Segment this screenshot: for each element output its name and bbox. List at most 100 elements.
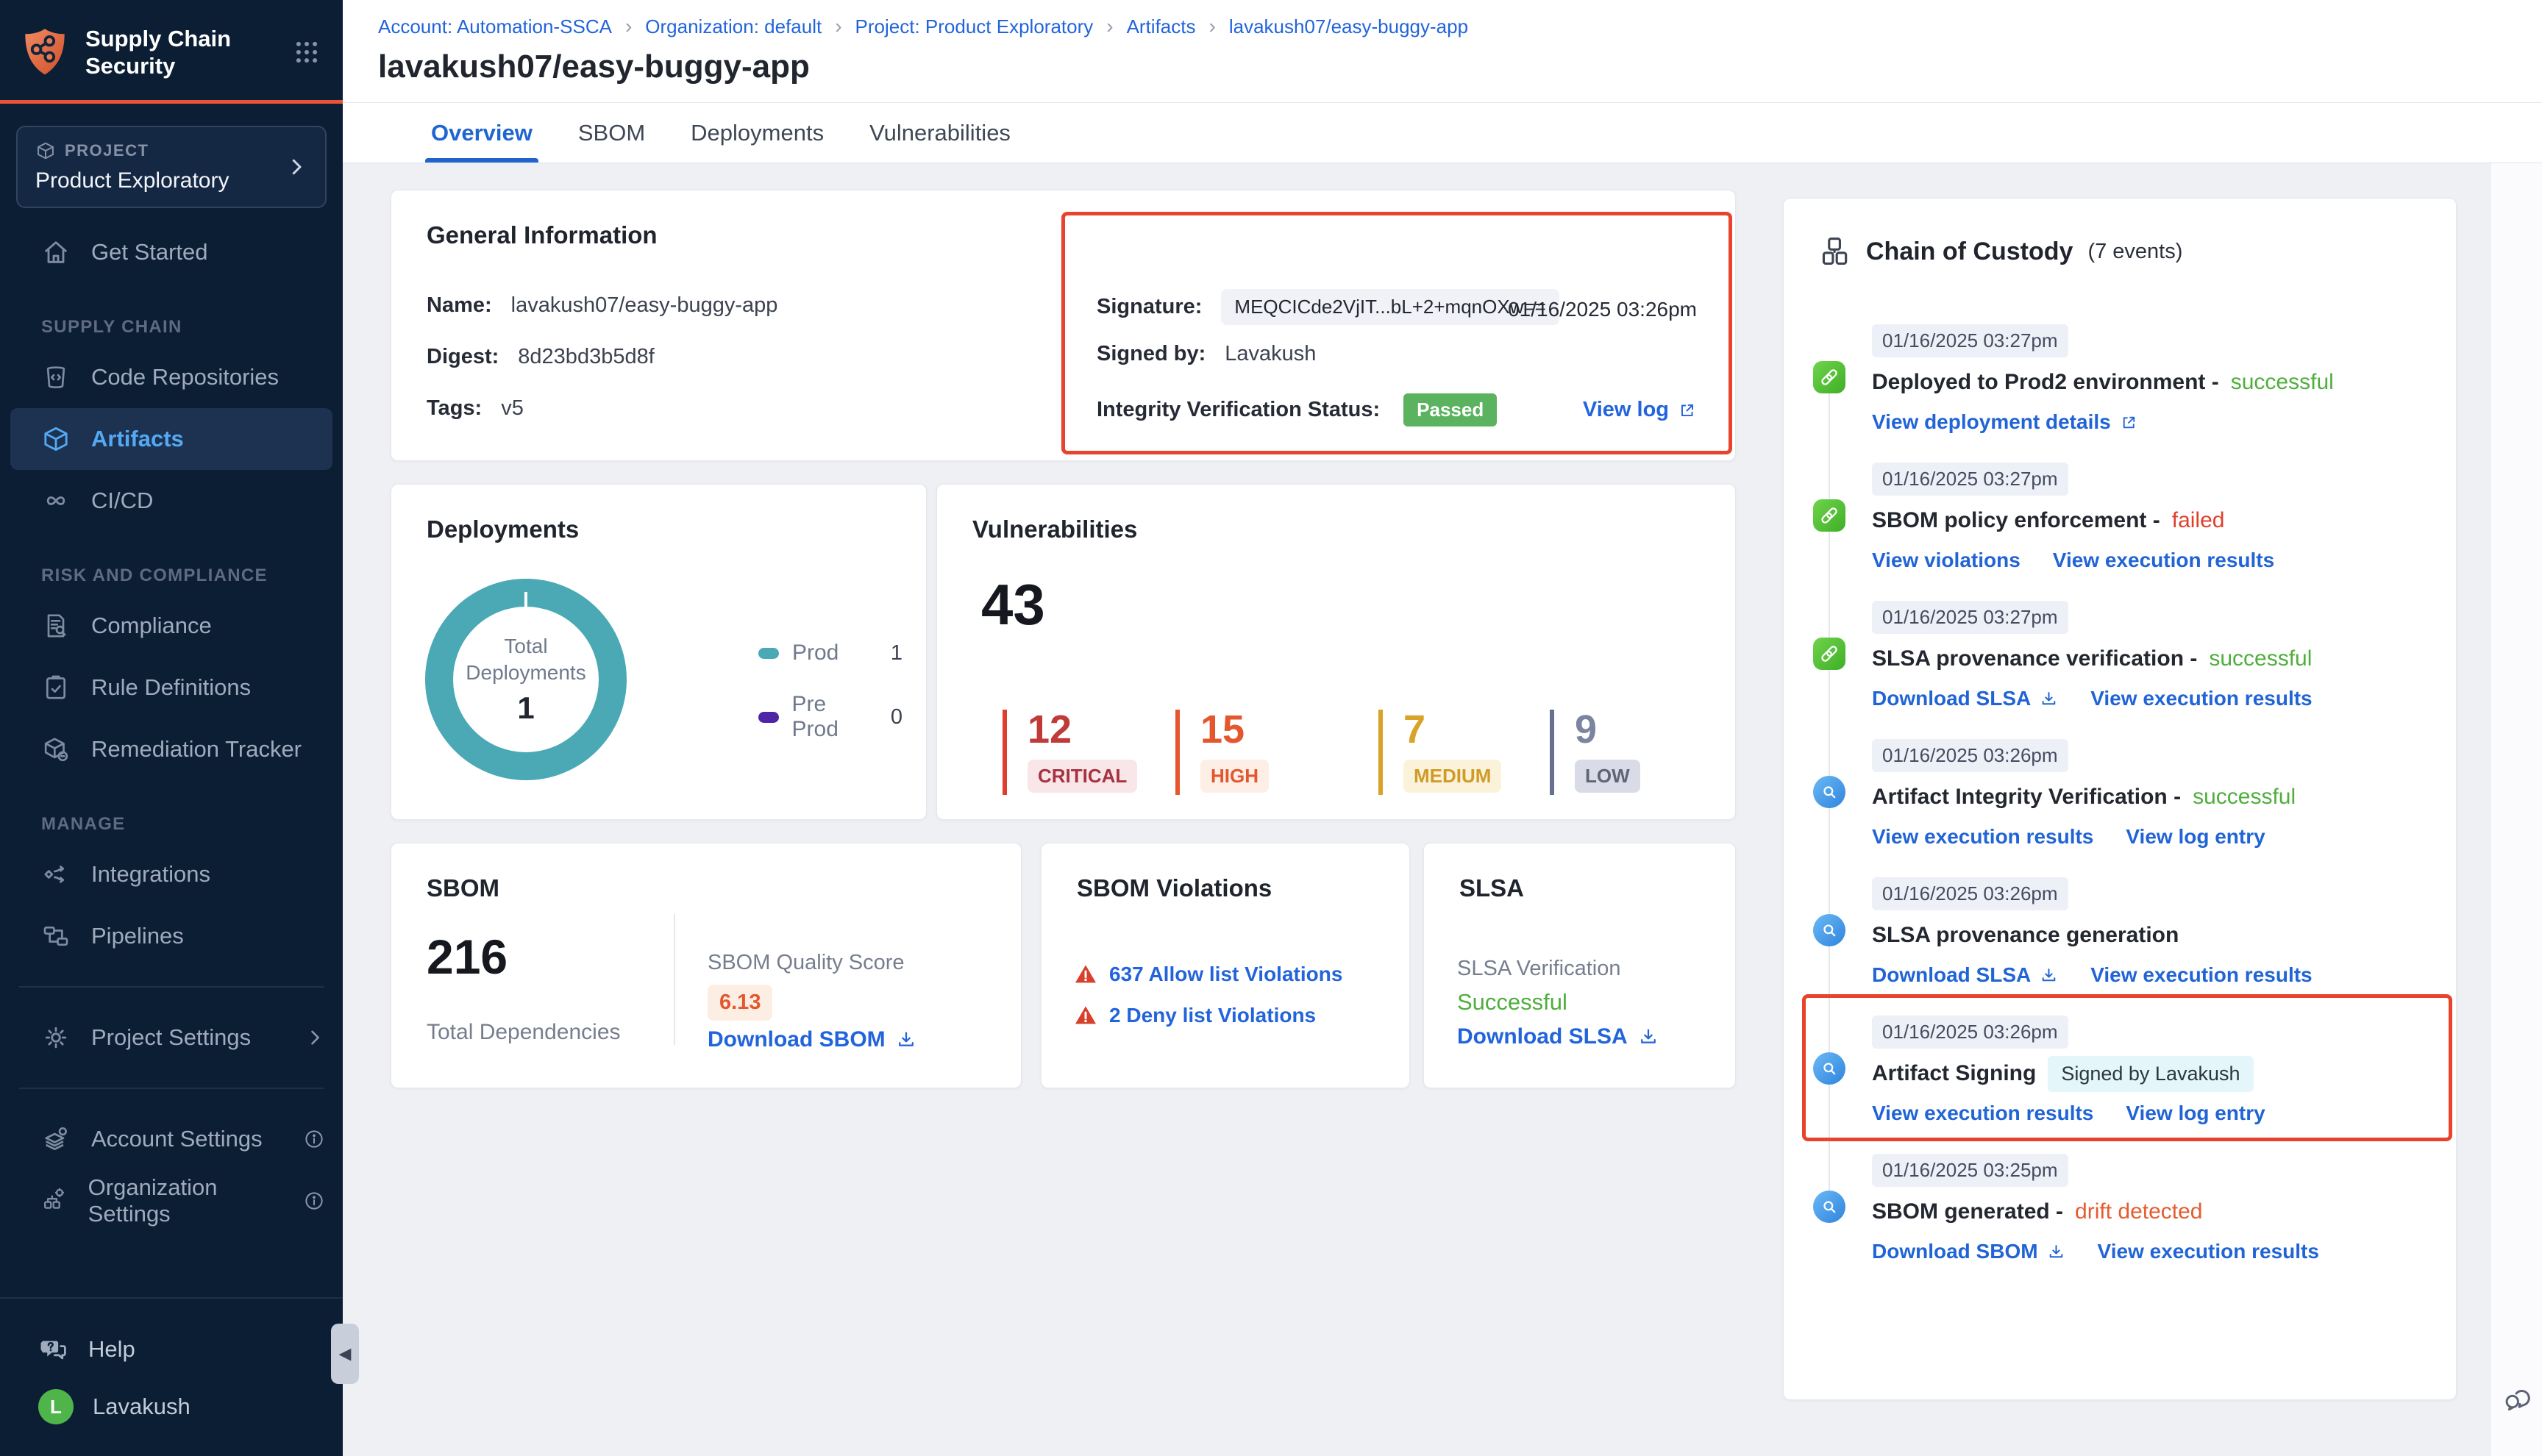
link-label: View log [1583,398,1669,422]
event-title: Artifact Integrity Verification - [1872,785,2181,810]
sidebar-section-manage: MANAGE [41,814,343,835]
feedback-chat-icon[interactable] [2501,1382,2533,1415]
sidebar-item-rule-definitions[interactable]: Rule Definitions [0,657,343,718]
view-execution-results-link[interactable]: View execution results [2090,687,2312,710]
view-execution-results-link[interactable]: View execution results [1872,825,2093,849]
download-slsa-link[interactable]: Download SLSA [1457,1024,1659,1049]
view-execution-results-link[interactable]: View execution results [2090,963,2312,987]
view-violations-link[interactable]: View violations [1872,549,2021,572]
slsa-verification-status: Successful [1457,989,1567,1016]
project-selector[interactable]: PROJECT Product Exploratory [16,126,327,208]
event-timestamp: 01/16/2025 03:27pm [1872,601,2068,634]
sidebar-item-label: Pipelines [91,923,184,949]
view-log-entry-link[interactable]: View log entry [2126,825,2265,849]
tab-overview[interactable]: Overview [425,103,538,163]
user-menu[interactable]: L Lavakush [0,1378,343,1435]
sidebar-item-get-started[interactable]: Get Started [0,221,343,283]
sidebar-divider [19,1088,324,1089]
link-label: Download SBOM [708,1027,886,1052]
link-label: View log entry [2126,1102,2265,1125]
tab-deployments[interactable]: Deployments [685,103,830,163]
help-chat-icon [38,1334,69,1365]
gear-icon [41,1023,71,1052]
page-header: Account: Automation-SSCA › Organization:… [343,0,2542,103]
sidebar-item-compliance[interactable]: Compliance [0,595,343,657]
sidebar-item-remediation-tracker[interactable]: Remediation Tracker [0,718,343,780]
vertical-divider [674,914,675,1045]
sidebar-item-organization-settings[interactable]: Organization Settings [0,1170,343,1232]
download-slsa-link[interactable]: Download SLSA [1872,687,2058,710]
view-execution-results-link[interactable]: View execution results [2053,549,2274,572]
scan-magnifier-icon [1813,1191,1845,1223]
external-link-icon [1678,401,1697,420]
view-execution-results-link[interactable]: View execution results [1872,1102,2093,1125]
breadcrumb-artifacts[interactable]: Artifacts [1127,15,1196,38]
link-chain-icon [1813,638,1845,670]
card-title: Vulnerabilities [972,515,1137,543]
sidebar-divider [19,986,324,988]
scan-magnifier-icon [1813,914,1845,946]
info-icon[interactable] [303,1128,325,1150]
sidebar-collapse-handle[interactable]: ◀ [331,1324,359,1384]
sidebar-item-help[interactable]: Help [0,1321,343,1378]
severity-low: 9 LOW [1550,710,1640,795]
link-label: Download SBOM [1872,1240,2038,1263]
sidebar-item-cicd[interactable]: CI/CD [0,470,343,532]
sidebar-item-label: Get Started [91,239,208,265]
link-label: Download SLSA [1872,687,2031,710]
sidebar-item-pipelines[interactable]: Pipelines [0,905,343,967]
event-status: successful [2193,785,2296,810]
sidebar-item-label: Account Settings [91,1126,263,1152]
legend-item-prod: Prod 1 [758,640,902,665]
breadcrumb-project[interactable]: Project: Product Exploratory [855,15,1094,38]
event-title: SLSA provenance verification - [1872,646,2197,671]
app-switcher-grid-icon[interactable] [293,38,321,66]
event-title: SLSA provenance generation [1872,923,2179,948]
sidebar-item-code-repositories[interactable]: Code Repositories [0,346,343,408]
sbom-total-label: Total Dependencies [427,1020,621,1045]
field-value: 8d23bd3b5d8f [518,345,654,369]
sidebar-item-artifacts[interactable]: Artifacts [10,408,332,470]
event-timestamp: 01/16/2025 03:26pm [1872,739,2068,772]
sbom-quality-score: 6.13 [708,985,772,1021]
sidebar-item-account-settings[interactable]: Account Settings [0,1108,343,1170]
event-sbom-policy-enforcement: 01/16/2025 03:27pm SBOM policy enforceme… [1813,463,2434,570]
view-deployment-details-link[interactable]: View deployment details [1872,410,2138,434]
field-value: v5 [501,396,524,421]
event-title: Artifact Signing [1872,1061,2036,1086]
project-box-icon [35,140,56,161]
link-label: View log entry [2126,825,2265,849]
tab-sbom[interactable]: SBOM [572,103,651,163]
breadcrumb-current[interactable]: lavakush07/easy-buggy-app [1229,15,1468,38]
link-label: View execution results [2053,549,2274,572]
allow-list-violations-link[interactable]: 637 Allow list Violations [1074,963,1342,986]
deny-list-violations-link[interactable]: 2 Deny list Violations [1074,1004,1316,1027]
sidebar-item-label: Organization Settings [88,1174,282,1227]
view-execution-results-link[interactable]: View execution results [2098,1240,2319,1263]
view-log-entry-link[interactable]: View log entry [2126,1102,2265,1125]
download-sbom-link[interactable]: Download SBOM [708,1027,916,1052]
field-label: Signature: [1097,295,1202,319]
event-sbom-generated: 01/16/2025 03:25pm SBOM generated - drif… [1813,1154,2434,1261]
sidebar-item-project-settings[interactable]: Project Settings [0,1007,343,1068]
view-log-link[interactable]: View log [1583,398,1697,422]
breadcrumb-organization[interactable]: Organization: default [645,15,822,38]
event-title: SBOM generated - [1872,1199,2063,1224]
link-label: View execution results [1872,1102,2093,1125]
download-sbom-link[interactable]: Download SBOM [1872,1240,2065,1263]
hierarchy-icon [1819,235,1851,268]
sidebar-item-label: Artifacts [91,426,184,452]
sbom-card: SBOM 216 Total Dependencies SBOM Quality… [391,843,1022,1088]
sbom-quality-label: SBOM Quality Score [708,951,905,975]
breadcrumb-account[interactable]: Account: Automation-SSCA [378,15,612,38]
field-signed-by: Signed by: Lavakush [1097,342,1316,366]
field-label: Tags: [427,396,482,421]
info-icon[interactable] [303,1190,325,1212]
link-label: View deployment details [1872,410,2111,434]
tab-vulnerabilities[interactable]: Vulnerabilities [864,103,1017,163]
sidebar-item-integrations[interactable]: Integrations [0,843,343,905]
chain-of-custody-card: Chain of Custody (7 events) 01/16/2025 0… [1783,198,2457,1400]
legend-label: Pre Prod [792,692,877,742]
download-slsa-link[interactable]: Download SLSA [1872,963,2058,987]
sidebar: Supply Chain Security PROJECT Product Ex… [0,0,343,1456]
